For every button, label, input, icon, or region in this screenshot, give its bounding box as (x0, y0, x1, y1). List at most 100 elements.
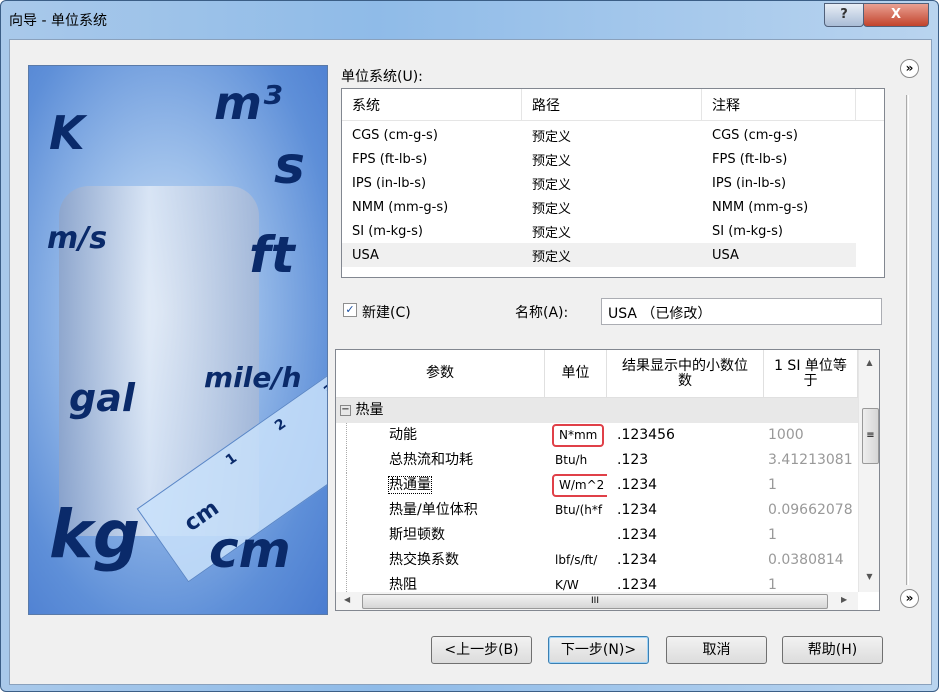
table-row[interactable]: 动能 N*mm .123456 1000 (336, 423, 858, 448)
close-button[interactable]: X (863, 3, 929, 27)
unit-label: m³ (214, 76, 283, 130)
si-factor-cell[interactable]: 1000 (764, 423, 858, 448)
list-item[interactable]: FPS (ft-lb-s) 预定义 FPS (ft-lb-s) (342, 147, 884, 171)
unit-system-list[interactable]: 系统 路径 注释 CGS (cm-g-s) 预定义 CGS (cm-g-s) FPS… (341, 88, 885, 278)
parameter-name: 斯坦顿数 (346, 523, 545, 548)
system-note: FPS (ft-lb-s) (712, 151, 788, 167)
horizontal-scrollbar[interactable]: ◀ III ▶ (336, 592, 858, 610)
unit-cell[interactable]: N*mm (545, 423, 607, 448)
decimals-cell[interactable]: .123456 (607, 423, 764, 448)
vertical-scrollbar[interactable]: ▲ ≡ ▼ (858, 350, 879, 592)
column-header-system[interactable]: 系统 (342, 89, 522, 120)
scroll-left-icon[interactable]: ◀ (344, 595, 350, 604)
expand-icon[interactable]: » (900, 59, 919, 78)
next-button[interactable]: 下一步(N)> (548, 636, 649, 664)
table-row[interactable]: 热交换系数 lbf/s/ft/ .1234 0.0380814 (336, 548, 858, 573)
list-item[interactable]: NMM (mm-g-s) 预定义 NMM (mm-g-s) (342, 195, 884, 219)
decimals-cell-text: .123456 (617, 427, 675, 443)
unit-label: gal (69, 376, 135, 420)
ruler-label: 1 (222, 450, 241, 469)
cancel-button[interactable]: 取消 (666, 636, 767, 664)
column-header-decimals[interactable]: 结果显示中的小数位数 (607, 350, 764, 397)
system-note: IPS (in-lb-s) (712, 175, 787, 191)
back-button[interactable]: <上一步(B) (431, 636, 532, 664)
system-name: CGS (cm-g-s) (352, 127, 438, 143)
system-path: 预定义 (532, 129, 572, 145)
column-header-parameter[interactable]: 参数 (336, 350, 545, 397)
name-input[interactable]: USA （已修改） (601, 298, 882, 325)
si-factor-cell[interactable]: 1 (764, 523, 858, 548)
units-illustration: cm 1 2 3 K m³ s m/s ft gal mile/h kg cm (28, 65, 328, 615)
decimals-cell-text: .1234 (617, 477, 658, 493)
parameter-name: 动能 (346, 423, 545, 448)
column-header-unit[interactable]: 单位 (545, 350, 607, 397)
unit-label: s (274, 136, 305, 196)
unit-cell[interactable]: Btu/h (545, 448, 607, 473)
list-item-selected[interactable]: USA 预定义 USA (342, 243, 856, 267)
parameter-name-text: 斯坦顿数 (389, 527, 445, 543)
unit-cell[interactable]: W/m^2 (545, 473, 607, 498)
system-path: 预定义 (532, 177, 572, 193)
si-factor-cell[interactable]: 3.41213081 (764, 448, 858, 473)
collapse-icon[interactable]: − (340, 404, 351, 416)
scroll-down-icon[interactable]: ▼ (859, 572, 879, 581)
parameter-name-text: 热通量 (388, 476, 432, 494)
column-header-si-factor[interactable]: 1 SI 单位等于 (764, 350, 858, 397)
new-checkbox-label[interactable]: 新建(C) (362, 302, 411, 322)
parameters-grid[interactable]: 参数 单位 结果显示中的小数位数 1 SI 单位等于 − 热量 动能 N*mm .1… (335, 349, 880, 611)
table-row[interactable]: 总热流和功耗 Btu/h .123 3.41213081 (336, 448, 858, 473)
decimals-cell[interactable]: .1234 (607, 548, 764, 573)
list-item[interactable]: CGS (cm-g-s) 预定义 CGS (cm-g-s) (342, 123, 884, 147)
si-factor-cell[interactable]: 1 (764, 473, 858, 498)
system-name: USA (352, 247, 379, 263)
si-factor-cell-text: 1 (768, 527, 777, 543)
column-header-path[interactable]: 路径 (522, 89, 702, 120)
group-row-heat[interactable]: − 热量 (336, 398, 858, 423)
unit-cell-text: K/W (555, 578, 579, 592)
unit-label: mile/h (204, 361, 302, 394)
scroll-up-icon[interactable]: ▲ (859, 358, 879, 367)
table-row[interactable]: 斯坦顿数 .1234 1 (336, 523, 858, 548)
decimals-cell-text: .1234 (617, 552, 658, 568)
help-button[interactable]: 帮助(H) (782, 636, 883, 664)
decimals-cell[interactable]: .1234 (607, 523, 764, 548)
name-label: 名称(A): (515, 305, 569, 321)
system-note: SI (m-kg-s) (712, 223, 783, 239)
table-row[interactable]: 热通量 W/m^2 .1234 1 (336, 473, 858, 498)
grid-header: 参数 单位 结果显示中的小数位数 1 SI 单位等于 (336, 350, 858, 398)
unit-cell-text: N*mm (552, 424, 605, 447)
table-row[interactable]: 热量/单位体积 Btu/(h*f .1234 0.09662078 (336, 498, 858, 523)
help-title-button[interactable]: ? (824, 3, 864, 27)
si-factor-cell[interactable]: 0.0380814 (764, 548, 858, 573)
unit-cell[interactable]: Btu/(h*f (545, 498, 607, 523)
decimals-cell[interactable]: .1234 (607, 498, 764, 523)
ruler-label: 3 (321, 381, 328, 400)
system-note: NMM (mm-g-s) (712, 199, 809, 215)
unit-cell-text: W/m^2 (552, 474, 607, 497)
expand-icon[interactable]: » (900, 589, 919, 608)
scroll-right-icon[interactable]: ▶ (841, 595, 847, 604)
si-factor-cell-text: 0.09662078 (768, 502, 853, 518)
unit-label: m/s (47, 221, 108, 256)
unit-cell[interactable] (545, 523, 607, 548)
list-item[interactable]: SI (m-kg-s) 预定义 SI (m-kg-s) (342, 219, 884, 243)
si-factor-cell-text: 0.0380814 (768, 552, 844, 568)
unit-system-label: 单位系统(U): (341, 69, 423, 85)
unit-label: cm (209, 521, 291, 579)
si-factor-cell-text: 3.41213081 (768, 452, 853, 468)
decimals-cell[interactable]: .1234 (607, 473, 764, 498)
parameter-name: 总热流和功耗 (346, 448, 545, 473)
decimals-cell-text: .1234 (617, 527, 658, 543)
scroll-thumb-horizontal[interactable]: III (362, 594, 828, 609)
si-factor-cell[interactable]: 0.09662078 (764, 498, 858, 523)
system-name: SI (m-kg-s) (352, 223, 423, 239)
group-label: 热量 (355, 402, 384, 418)
si-factor-cell-text: 1 (768, 577, 777, 593)
scroll-thumb[interactable]: ≡ (862, 408, 879, 464)
column-header-notes[interactable]: 注释 (702, 89, 856, 120)
unit-cell[interactable]: lbf/s/ft/ (545, 548, 607, 573)
list-item[interactable]: IPS (in-lb-s) 预定义 IPS (in-lb-s) (342, 171, 884, 195)
unit-label: ft (249, 226, 295, 284)
decimals-cell[interactable]: .123 (607, 448, 764, 473)
new-checkbox[interactable]: ✓ (343, 303, 357, 317)
